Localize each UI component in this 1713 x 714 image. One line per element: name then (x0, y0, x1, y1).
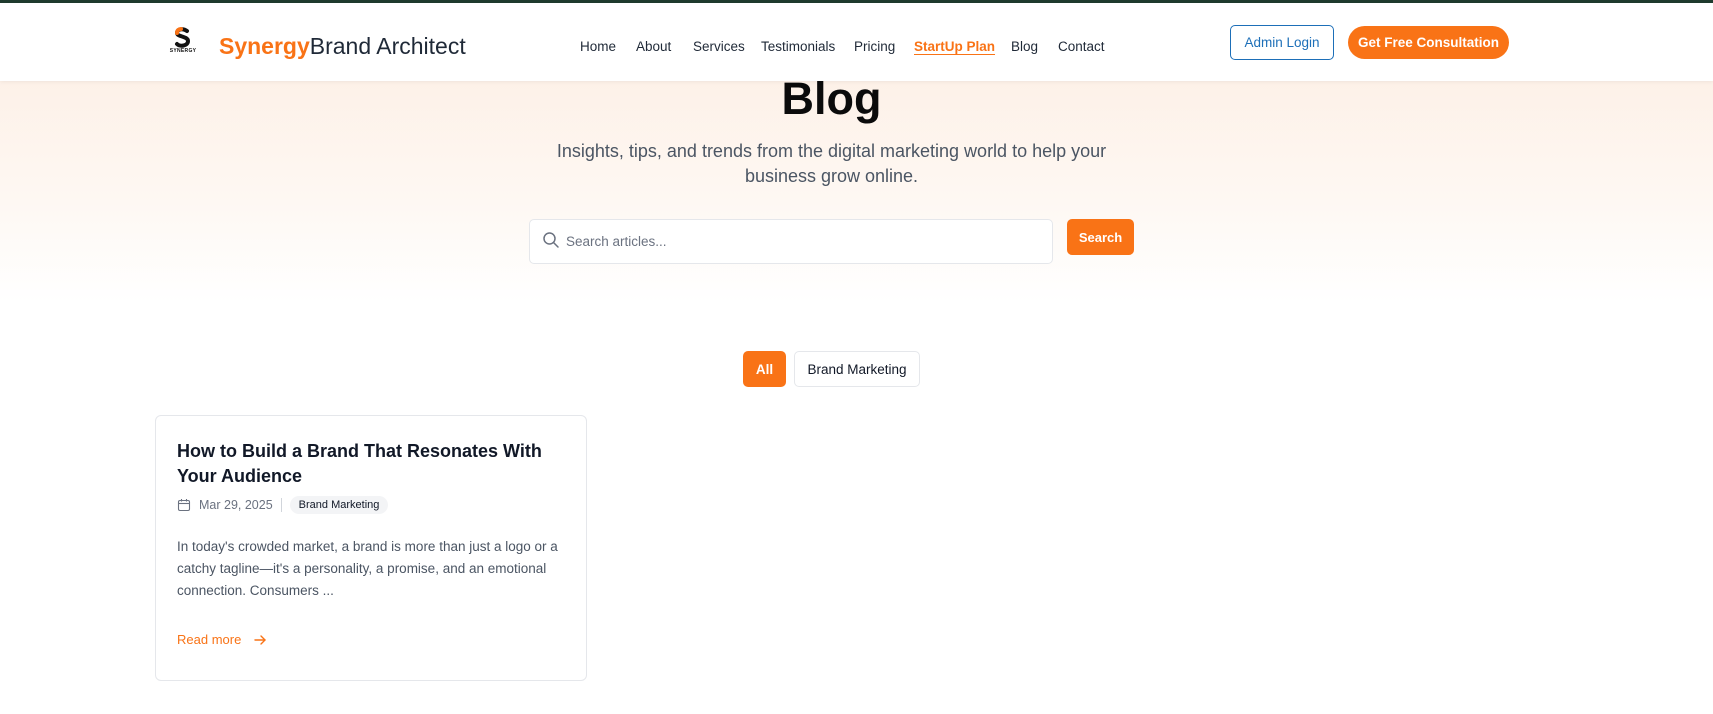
search-button[interactable]: Search (1067, 219, 1134, 255)
post-meta: Mar 29, 2025 Brand Marketing (177, 495, 389, 515)
logo[interactable]: SYNERGY (166, 27, 200, 61)
blog-post-card[interactable]: How to Build a Brand That Resonates With… (155, 415, 587, 681)
search-input[interactable] (566, 220, 1046, 263)
nav-pricing[interactable]: Pricing (854, 37, 895, 57)
search-icon (543, 232, 559, 248)
nav-services[interactable]: Services (693, 37, 745, 57)
read-more-link[interactable]: Read more (177, 632, 267, 647)
filter-all[interactable]: All (743, 351, 786, 387)
search-box (529, 219, 1053, 264)
meta-divider (280, 498, 282, 512)
page-subtitle: Insights, tips, and trends from the digi… (556, 141, 1107, 186)
synergy-s-logo-icon (174, 27, 191, 48)
calendar-icon (177, 499, 191, 512)
admin-login-button[interactable]: Admin Login (1230, 25, 1334, 60)
nav-testimonials[interactable]: Testimonials (761, 37, 835, 57)
brand-name-rest: Brand Architect (309, 33, 466, 59)
arrow-right-icon (254, 634, 267, 645)
nav-about[interactable]: About (636, 37, 671, 57)
filter-brand-marketing[interactable]: Brand Marketing (794, 351, 920, 387)
brand-name[interactable]: SynergyBrand Architect (219, 31, 466, 61)
brand-name-accent: Synergy (219, 33, 310, 59)
nav-blog[interactable]: Blog (1011, 37, 1038, 57)
nav-startup-plan[interactable]: StartUp Plan (914, 37, 995, 57)
site-header: SYNERGY SynergyBrand Architect Home Abou… (0, 3, 1713, 81)
free-consultation-button[interactable]: Get Free Consultation (1348, 26, 1509, 59)
logo-caption: SYNERGY (169, 48, 197, 54)
post-excerpt: In today's crowded market, a brand is mo… (177, 539, 558, 598)
nav-contact[interactable]: Contact (1058, 37, 1105, 57)
post-date: Mar 29, 2025 (199, 498, 273, 512)
nav-home[interactable]: Home (580, 37, 616, 57)
blog-hero: Blog Insights, tips, and trends from the… (0, 73, 1713, 303)
read-more-label: Read more (177, 632, 242, 647)
post-category-badge[interactable]: Brand Marketing (289, 496, 389, 514)
post-title[interactable]: How to Build a Brand That Resonates With… (177, 439, 569, 489)
